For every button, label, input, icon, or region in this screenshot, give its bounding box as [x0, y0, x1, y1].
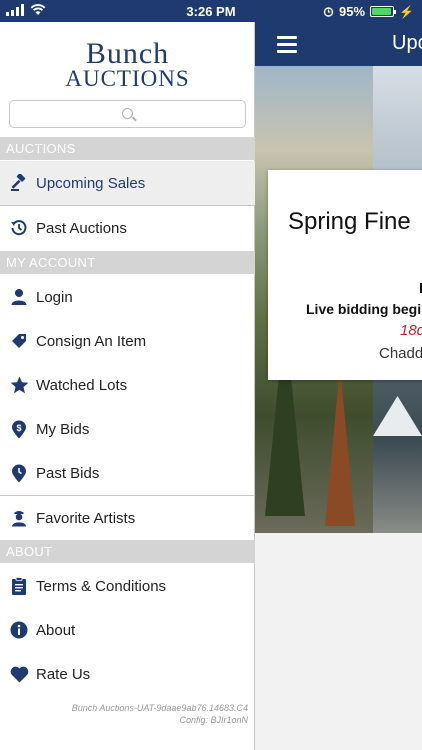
menu-item-label: Upcoming Sales [36, 174, 146, 192]
logo-line2: Auctions [65, 66, 190, 91]
artist-icon [0, 509, 36, 527]
menu-item-past-bids[interactable]: Past Bids [0, 451, 255, 495]
section-header-about: ABOUT [0, 540, 255, 563]
document-icon [0, 577, 36, 595]
status-right: 95% ⚡ [323, 4, 414, 19]
auction-card[interactable]: Spring Fine I Live bidding begi 18d Chad… [268, 170, 422, 380]
gavel-icon [0, 174, 36, 192]
section-header-auctions: AUCTIONS [0, 137, 255, 160]
dollar-pin-icon: $ [0, 420, 36, 439]
auction-hero-image[interactable]: Spring Fine I Live bidding begi 18d Chad… [255, 66, 422, 533]
menu-item-favorite-artists[interactable]: Favorite Artists [0, 496, 255, 540]
svg-text:$: $ [16, 423, 21, 433]
main-content: Upc Spring Fine I Live bidding begi 18d … [255, 0, 422, 750]
menu-item-my-bids[interactable]: $ My Bids [0, 407, 255, 451]
heart-icon [0, 666, 36, 683]
auction-card-location: Chadd [379, 345, 422, 362]
menu-item-rate-us[interactable]: Rate Us [0, 652, 255, 696]
menu-item-past-auctions[interactable]: Past Auctions [0, 206, 255, 250]
user-icon [0, 288, 36, 306]
battery-percent: 95% [339, 4, 366, 19]
history-icon [0, 219, 36, 237]
info-icon [0, 621, 36, 639]
menu-item-about[interactable]: About [0, 608, 255, 652]
menu-item-label: Terms & Conditions [36, 577, 167, 595]
hamburger-menu-icon[interactable] [277, 36, 297, 57]
status-bar: 3:26 PM 95% ⚡ [0, 0, 422, 22]
menu-item-watched-lots[interactable]: Watched Lots [0, 363, 255, 407]
menu-item-label: Favorite Artists [36, 509, 136, 527]
section-header-my-account: MY ACCOUNT [0, 251, 255, 274]
menu-item-label: Past Bids [36, 464, 100, 482]
bunch-auctions-logo: Bunch Auctions [0, 37, 255, 91]
auction-card-countdown: 18d [400, 322, 422, 339]
logo-line1: Bunch [85, 37, 170, 70]
menu-item-label: My Bids [36, 420, 90, 438]
navbar-title: Upc [392, 32, 422, 54]
build-info-line1: Bunch Auctions-UAT-9daae9ab76.14683.C4 [71, 703, 248, 713]
star-icon [0, 376, 36, 394]
menu-item-label: About [36, 621, 76, 639]
build-info: Bunch Auctions-UAT-9daae9ab76.14683.C4 C… [72, 702, 248, 726]
side-drawer: Bunch Auctions AUCTIONS Upcoming Sales P… [0, 22, 255, 750]
charging-icon: ⚡ [399, 4, 414, 19]
menu-item-label: Rate Us [36, 665, 91, 683]
battery-icon [370, 6, 397, 17]
menu-item-login[interactable]: Login [0, 275, 255, 319]
search-input[interactable] [9, 100, 246, 128]
menu-item-label: Past Auctions [36, 219, 127, 237]
alarm-icon [323, 7, 334, 17]
build-info-line2: Config: BJIr1onN [179, 715, 248, 725]
menu-item-label: Watched Lots [36, 376, 128, 394]
menu-item-label: Login [36, 288, 73, 306]
auction-card-live-bidding: Live bidding begi [306, 301, 422, 317]
menu-item-terms[interactable]: Terms & Conditions [0, 564, 255, 608]
main-navbar: Upc [255, 22, 422, 66]
search-icon [122, 108, 133, 119]
menu-item-label: Consign An Item [36, 332, 147, 350]
menu-item-consign[interactable]: Consign An Item [0, 319, 255, 363]
clock-pin-icon [0, 464, 36, 483]
auction-card-title: Spring Fine [288, 208, 411, 235]
menu-item-upcoming-sales[interactable]: Upcoming Sales [0, 161, 255, 205]
tag-icon [0, 332, 36, 350]
